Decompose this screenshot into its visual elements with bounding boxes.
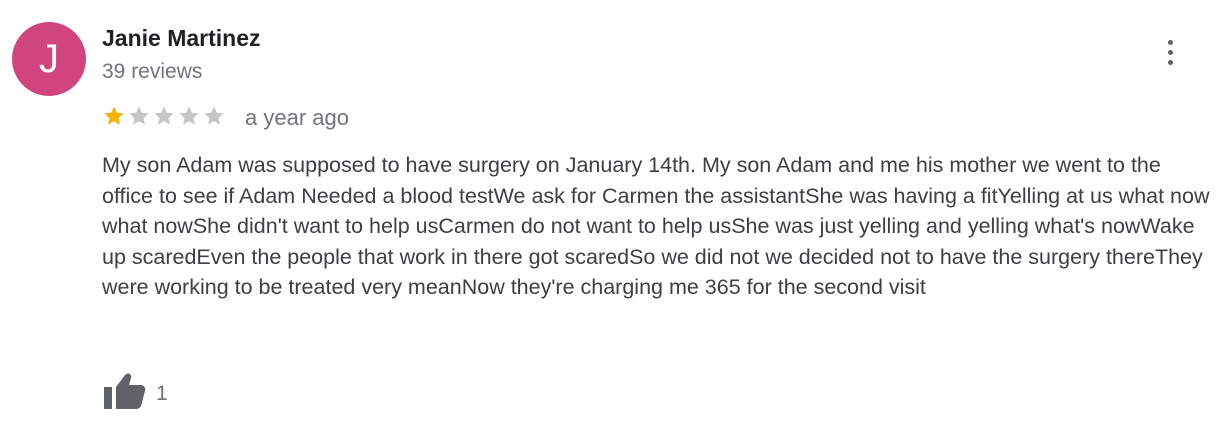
more-vert-icon bbox=[1167, 39, 1173, 45]
star-icon bbox=[202, 104, 226, 128]
star-icon bbox=[152, 104, 176, 128]
star-icon bbox=[102, 104, 126, 128]
review-text: My son Adam was supposed to have surgery… bbox=[102, 153, 1210, 299]
like-count: 1 bbox=[156, 381, 168, 405]
review-time: a year ago bbox=[245, 105, 349, 130]
review-card: J Janie Martinez 39 reviews a year ago M… bbox=[0, 0, 1220, 445]
avatar-initial: J bbox=[39, 36, 59, 81]
like-button[interactable]: 1 bbox=[102, 372, 168, 415]
more-vert-icon-dot bbox=[1167, 49, 1173, 55]
star-icon bbox=[177, 104, 201, 128]
more-options-button[interactable] bbox=[1150, 30, 1190, 74]
star-rating bbox=[102, 104, 226, 128]
star-icon bbox=[127, 104, 151, 128]
more-vert-icon-dot bbox=[1167, 59, 1173, 65]
avatar[interactable]: J bbox=[12, 22, 86, 96]
author-review-count: 39 reviews bbox=[102, 60, 203, 83]
thumbs-up-icon bbox=[102, 372, 146, 415]
author-name[interactable]: Janie Martinez bbox=[102, 25, 261, 52]
